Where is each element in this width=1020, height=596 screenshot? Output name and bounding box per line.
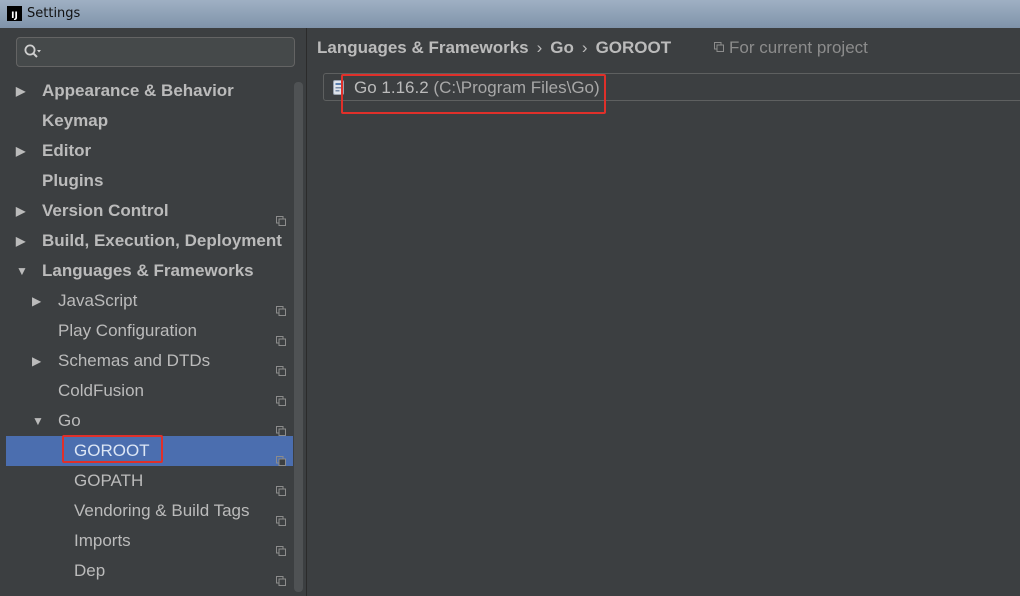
tree-item-keymap[interactable]: Keymap [6,106,294,136]
copy-icon [276,386,286,406]
copy-icon [276,326,286,346]
tree-item-schemas-and-dtds[interactable]: ▶ Schemas and DTDs [6,346,294,376]
tree-item-label: Build, Execution, Deployment [42,231,282,250]
tree-item-label: GOPATH [74,471,144,490]
search-field[interactable] [16,37,295,67]
copy-icon [276,356,286,376]
tree-item-label: Play Configuration [58,321,197,340]
tree-item-go[interactable]: ▼ Go [6,406,294,436]
breadcrumb-separator: › [581,38,588,57]
tree-item-label: JavaScript [58,291,138,310]
tree-item-label: Keymap [42,111,109,130]
tree-item-gopath[interactable]: GOPATH [6,466,294,496]
expand-right-icon[interactable]: ▶ [16,226,28,256]
tree-item-label: Languages & Frameworks [42,261,254,280]
window-title: Settings [27,6,81,21]
breadcrumb-goroot: GOROOT [595,38,672,57]
tree-item-label: Imports [74,531,131,550]
copy-icon [276,296,286,316]
copy-icon [276,476,286,496]
tree-item-label: Schemas and DTDs [58,351,211,370]
tree-item-languages-frameworks[interactable]: ▼ Languages & Frameworks [6,256,294,286]
scope-label: For current project [714,38,868,58]
tree-item-play-configuration[interactable]: Play Configuration [6,316,294,346]
copy-icon [276,206,286,226]
tree-item-plugins[interactable]: Plugins [6,166,294,196]
expand-down-icon[interactable]: ▼ [16,256,28,286]
expand-right-icon[interactable]: ▶ [16,76,28,106]
tree-item-appearance-behavior[interactable]: ▶ Appearance & Behavior [6,76,294,106]
copy-icon [276,566,286,586]
title-bar: IJ Settings [0,0,1020,28]
tree-item-label: Vendoring & Build Tags [74,501,250,520]
expand-right-icon[interactable]: ▶ [16,196,28,226]
breadcrumb-separator: › [536,38,543,57]
tree-item-label: Plugins [42,171,104,190]
sdk-highlight-box [341,74,606,114]
tree-item-coldfusion[interactable]: ColdFusion [6,376,294,406]
copy-icon [276,536,286,556]
copy-icon [276,506,286,526]
tree-item-imports[interactable]: Imports [6,526,294,556]
scrollbar-thumb[interactable] [294,82,303,592]
sidebar-scrollbar[interactable] [293,78,304,596]
tree-item-build-execution-deployment[interactable]: ▶ Build, Execution, Deployment [6,226,294,256]
scope-text: For current project [729,38,868,57]
tree-item-label: Go [58,411,81,430]
expand-right-icon[interactable]: ▶ [32,346,44,376]
goroot-highlight-box [62,435,163,463]
tree-item-label: Dep [74,561,106,580]
expand-down-icon[interactable]: ▼ [32,406,44,436]
copy-icon [714,42,724,52]
tree-item-javascript[interactable]: ▶ JavaScript [6,286,294,316]
settings-tree: ▶ Appearance & Behavior Keymap ▶ Editor Plugi… [6,76,294,586]
tree-item-label: ColdFusion [58,381,144,400]
copy-icon [276,416,286,436]
breadcrumb-go: Go [550,38,574,57]
tree-item-dep[interactable]: Dep [6,556,294,586]
intellij-app-icon: IJ [7,6,22,21]
settings-sidebar: ▶ Appearance & Behavior Keymap ▶ Editor Plugi… [0,28,307,596]
tree-item-label: Editor [42,141,92,160]
tree-item-label: Appearance & Behavior [42,81,234,100]
tree-item-editor[interactable]: ▶ Editor [6,136,294,166]
tree-item-version-control[interactable]: ▶ Version Control [6,196,294,226]
breadcrumb: Languages & Frameworks › Go › GOROOT [317,38,671,58]
copy-icon [276,446,286,466]
breadcrumb-languages-frameworks: Languages & Frameworks [317,38,529,57]
expand-right-icon[interactable]: ▶ [32,286,44,316]
expand-right-icon[interactable]: ▶ [16,136,28,166]
tree-item-vendoring-build-tags[interactable]: Vendoring & Build Tags [6,496,294,526]
search-icon [24,44,41,58]
tree-item-label: Version Control [42,201,169,220]
